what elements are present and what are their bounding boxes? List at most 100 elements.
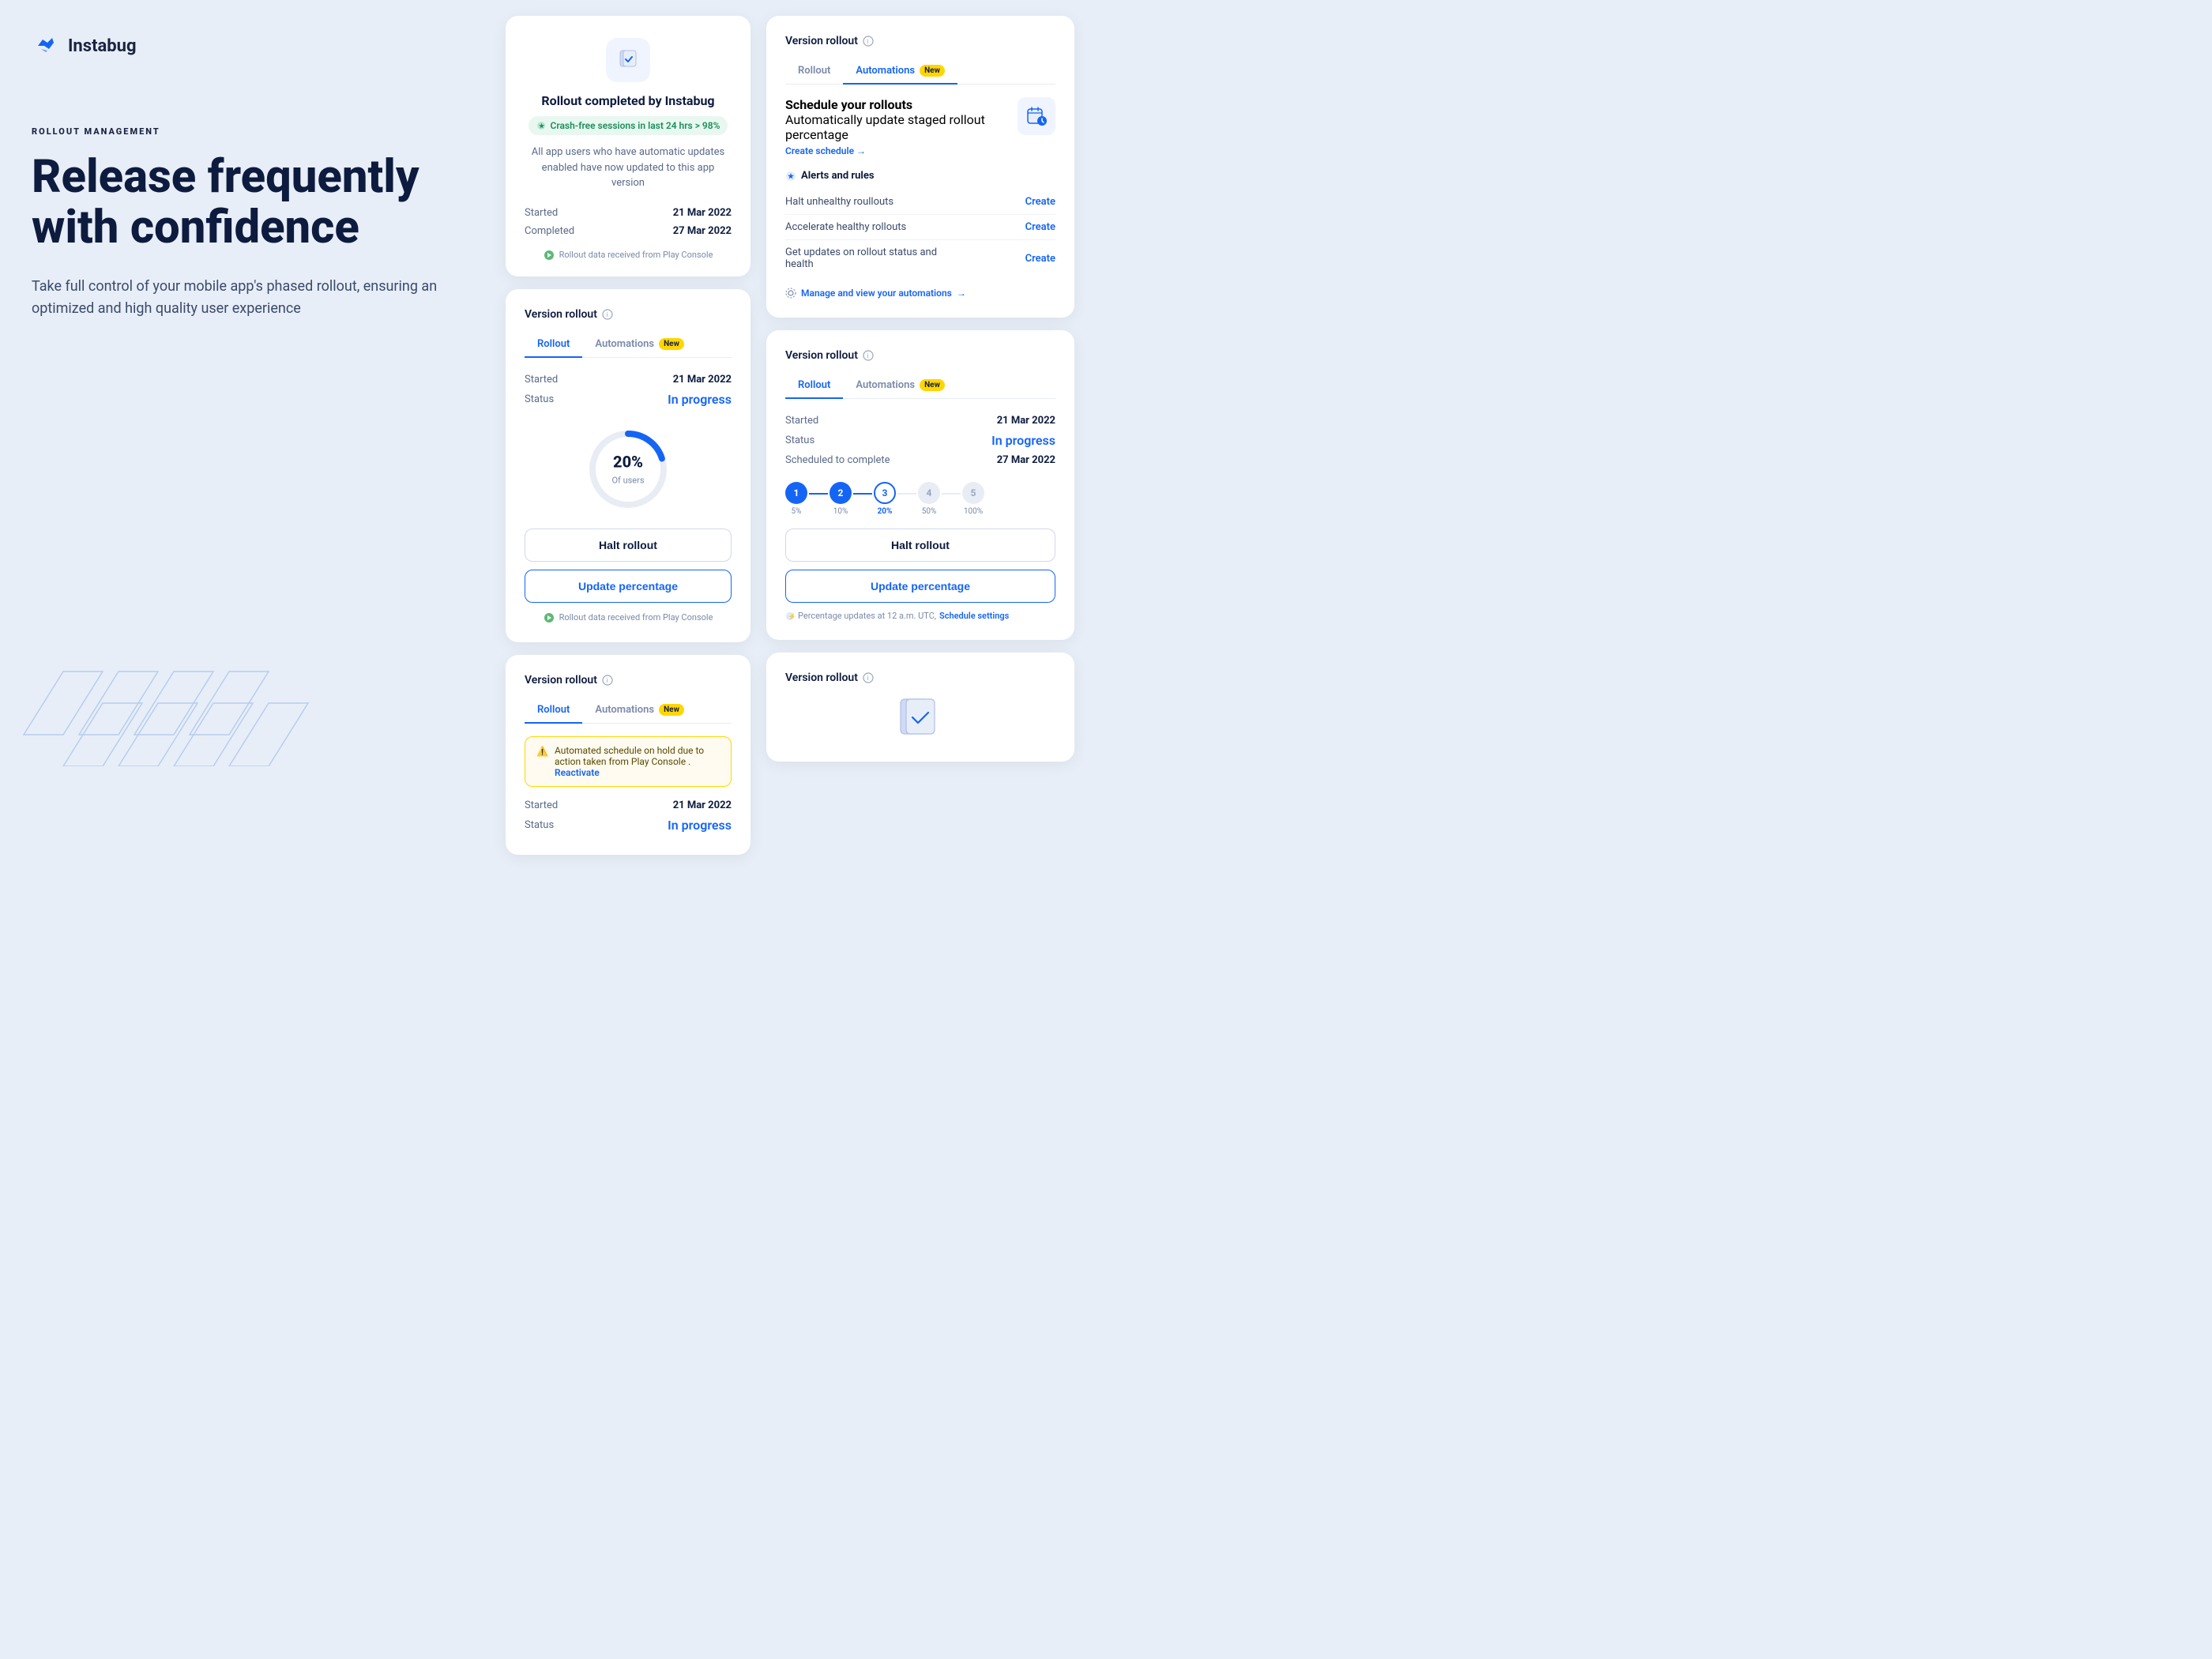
completed-icon: [606, 38, 650, 82]
create-btn-3[interactable]: Create: [1025, 253, 1055, 265]
info-icon-steps: i: [863, 350, 874, 361]
connector-1-2: [809, 493, 828, 495]
hero-title: Release frequentlywith confidence: [32, 152, 474, 254]
version-title-steps: Version rollout: [785, 349, 858, 362]
status-label-3: Status: [525, 819, 554, 831]
play-console-note-2: Rollout data received from Play Console: [525, 612, 732, 623]
info-icon-3: i: [602, 675, 613, 686]
tab-automations[interactable]: Automations New: [582, 332, 697, 358]
tab-rollout-3[interactable]: Rollout: [525, 698, 582, 724]
step-1: 1: [785, 482, 807, 504]
svg-text:i: i: [867, 352, 868, 359]
connector-3-4: [897, 493, 916, 495]
update-percentage-button-r[interactable]: Update percentage: [785, 570, 1055, 603]
step-4: 4: [918, 482, 940, 504]
logo-text: Instabug: [68, 36, 137, 56]
halt-rollout-button[interactable]: Halt rollout: [525, 529, 732, 562]
hero-subtitle: Take full control of your mobile app's p…: [32, 276, 474, 322]
step-2: 2: [830, 482, 852, 504]
schedule-title: Schedule your rollouts: [785, 97, 1018, 112]
scheduled-value: 27 Mar 2022: [997, 454, 1055, 466]
step-3: 3: [874, 482, 896, 504]
svg-text:★: ★: [539, 122, 545, 130]
status-label: Status: [525, 393, 554, 405]
completed-value: 27 Mar 2022: [673, 225, 732, 237]
schedule-icon: [1018, 97, 1055, 135]
step-5: 5: [962, 482, 984, 504]
svg-text:i: i: [606, 311, 608, 318]
info-icon-auto: i: [863, 36, 874, 47]
rollout-badge: ROLLOUT MANAGEMENT: [32, 126, 474, 137]
alerts-section: ★ Alerts and rules Halt unhealthy roullo…: [785, 170, 1055, 275]
scheduled-label: Scheduled to complete: [785, 454, 890, 466]
update-percentage-button[interactable]: Update percentage: [525, 570, 732, 603]
version-title: Version rollout: [525, 308, 597, 321]
version-title-auto: Version rollout: [785, 35, 858, 47]
progress-wrap: 20% Of users: [525, 426, 732, 513]
card-rollout-progress: Version rollout i Rollout Automations Ne…: [506, 289, 750, 642]
percentage-note: ⚡ Percentage updates at 12 a.m. UTC, Sch…: [785, 611, 1055, 621]
tab-rollout-auto[interactable]: Rollout: [785, 58, 843, 85]
tab-rollout[interactable]: Rollout: [525, 332, 582, 358]
status-value: In progress: [668, 392, 732, 407]
started-value: 21 Mar 2022: [673, 207, 732, 219]
crash-free-badge: ★ Crash-free sessions in last 24 hrs > 9…: [529, 116, 728, 135]
status-value-r: In progress: [991, 433, 1055, 448]
warning-icon: ⚠️: [536, 746, 548, 757]
progress-circle: 20% Of users: [585, 426, 672, 513]
progress-sublabel: Of users: [611, 475, 644, 485]
instabug-logo-icon: [32, 32, 60, 60]
cards-middle-column: Rollout completed by Instabug ★ Crash-fr…: [506, 16, 750, 855]
alert-row-3: Get updates on rollout status and health…: [785, 242, 1055, 275]
tab-automations-3[interactable]: Automations New: [582, 698, 697, 724]
schedule-desc: Automatically update staged rollout perc…: [785, 112, 1018, 142]
started-value-r: 21 Mar 2022: [997, 415, 1055, 427]
create-btn-2[interactable]: Create: [1025, 221, 1055, 233]
tabs-auto: Rollout Automations New: [785, 58, 1055, 85]
completed-desc: All app users who have automatic updates…: [525, 145, 732, 191]
schedule-settings-link[interactable]: Schedule settings: [939, 611, 1009, 621]
create-schedule-link[interactable]: Create schedule →: [785, 145, 866, 156]
create-btn-1[interactable]: Create: [1025, 196, 1055, 208]
cards-right-column: Version rollout i Rollout Automations Ne…: [766, 16, 1074, 762]
started-label: Started: [525, 374, 558, 386]
alerts-icon: ★: [785, 171, 796, 182]
connector-4-5: [942, 493, 961, 495]
tabs-rollout-3: Rollout Automations New: [525, 698, 732, 724]
connector-2-3: [853, 493, 872, 495]
steps-row: 1 5% 2 10% 3 20% 4 50% 5: [785, 482, 1055, 516]
partial-icon: [889, 695, 952, 743]
version-title-3: Version rollout: [525, 674, 597, 687]
tab-automations-auto[interactable]: Automations New: [843, 58, 957, 85]
card-completed: Rollout completed by Instabug ★ Crash-fr…: [506, 16, 750, 276]
lightning-icon: ⚡: [785, 611, 795, 621]
svg-text:i: i: [867, 675, 868, 682]
card-rollout-steps: Version rollout i Rollout Automations Ne…: [766, 330, 1074, 640]
started-value: 21 Mar 2022: [673, 374, 732, 386]
started-label: Started: [525, 207, 558, 219]
play-console-note: Rollout data received from Play Console: [525, 250, 732, 261]
decorative-shapes: [16, 608, 474, 766]
completed-label: Completed: [525, 225, 574, 237]
svg-text:i: i: [606, 677, 608, 684]
started-value-3: 21 Mar 2022: [673, 799, 732, 811]
schedule-section: Schedule your rollouts Automatically upd…: [785, 97, 1055, 157]
manage-link[interactable]: Manage and view your automations →: [785, 288, 1055, 299]
status-value-3: In progress: [668, 818, 732, 833]
version-title-bottom: Version rollout: [785, 672, 858, 684]
svg-text:i: i: [867, 38, 868, 45]
gear-icon: [785, 288, 796, 299]
reactivate-link[interactable]: Reactivate: [555, 767, 600, 778]
alert-row-1: Halt unhealthy roullouts Create: [785, 191, 1055, 213]
card-rollout-warning: Version rollout i Rollout Automations Ne…: [506, 655, 750, 855]
svg-text:⚡: ⚡: [788, 612, 796, 620]
started-label-r: Started: [785, 415, 818, 427]
info-icon-bottom: i: [863, 672, 874, 683]
svg-text:★: ★: [788, 172, 795, 181]
tab-automations-steps[interactable]: Automations New: [843, 373, 957, 399]
halt-rollout-button-r[interactable]: Halt rollout: [785, 529, 1055, 562]
tabs-rollout: Rollout Automations New: [525, 332, 732, 358]
tabs-steps: Rollout Automations New: [785, 373, 1055, 399]
tab-rollout-steps[interactable]: Rollout: [785, 373, 843, 399]
started-label-3: Started: [525, 799, 558, 811]
